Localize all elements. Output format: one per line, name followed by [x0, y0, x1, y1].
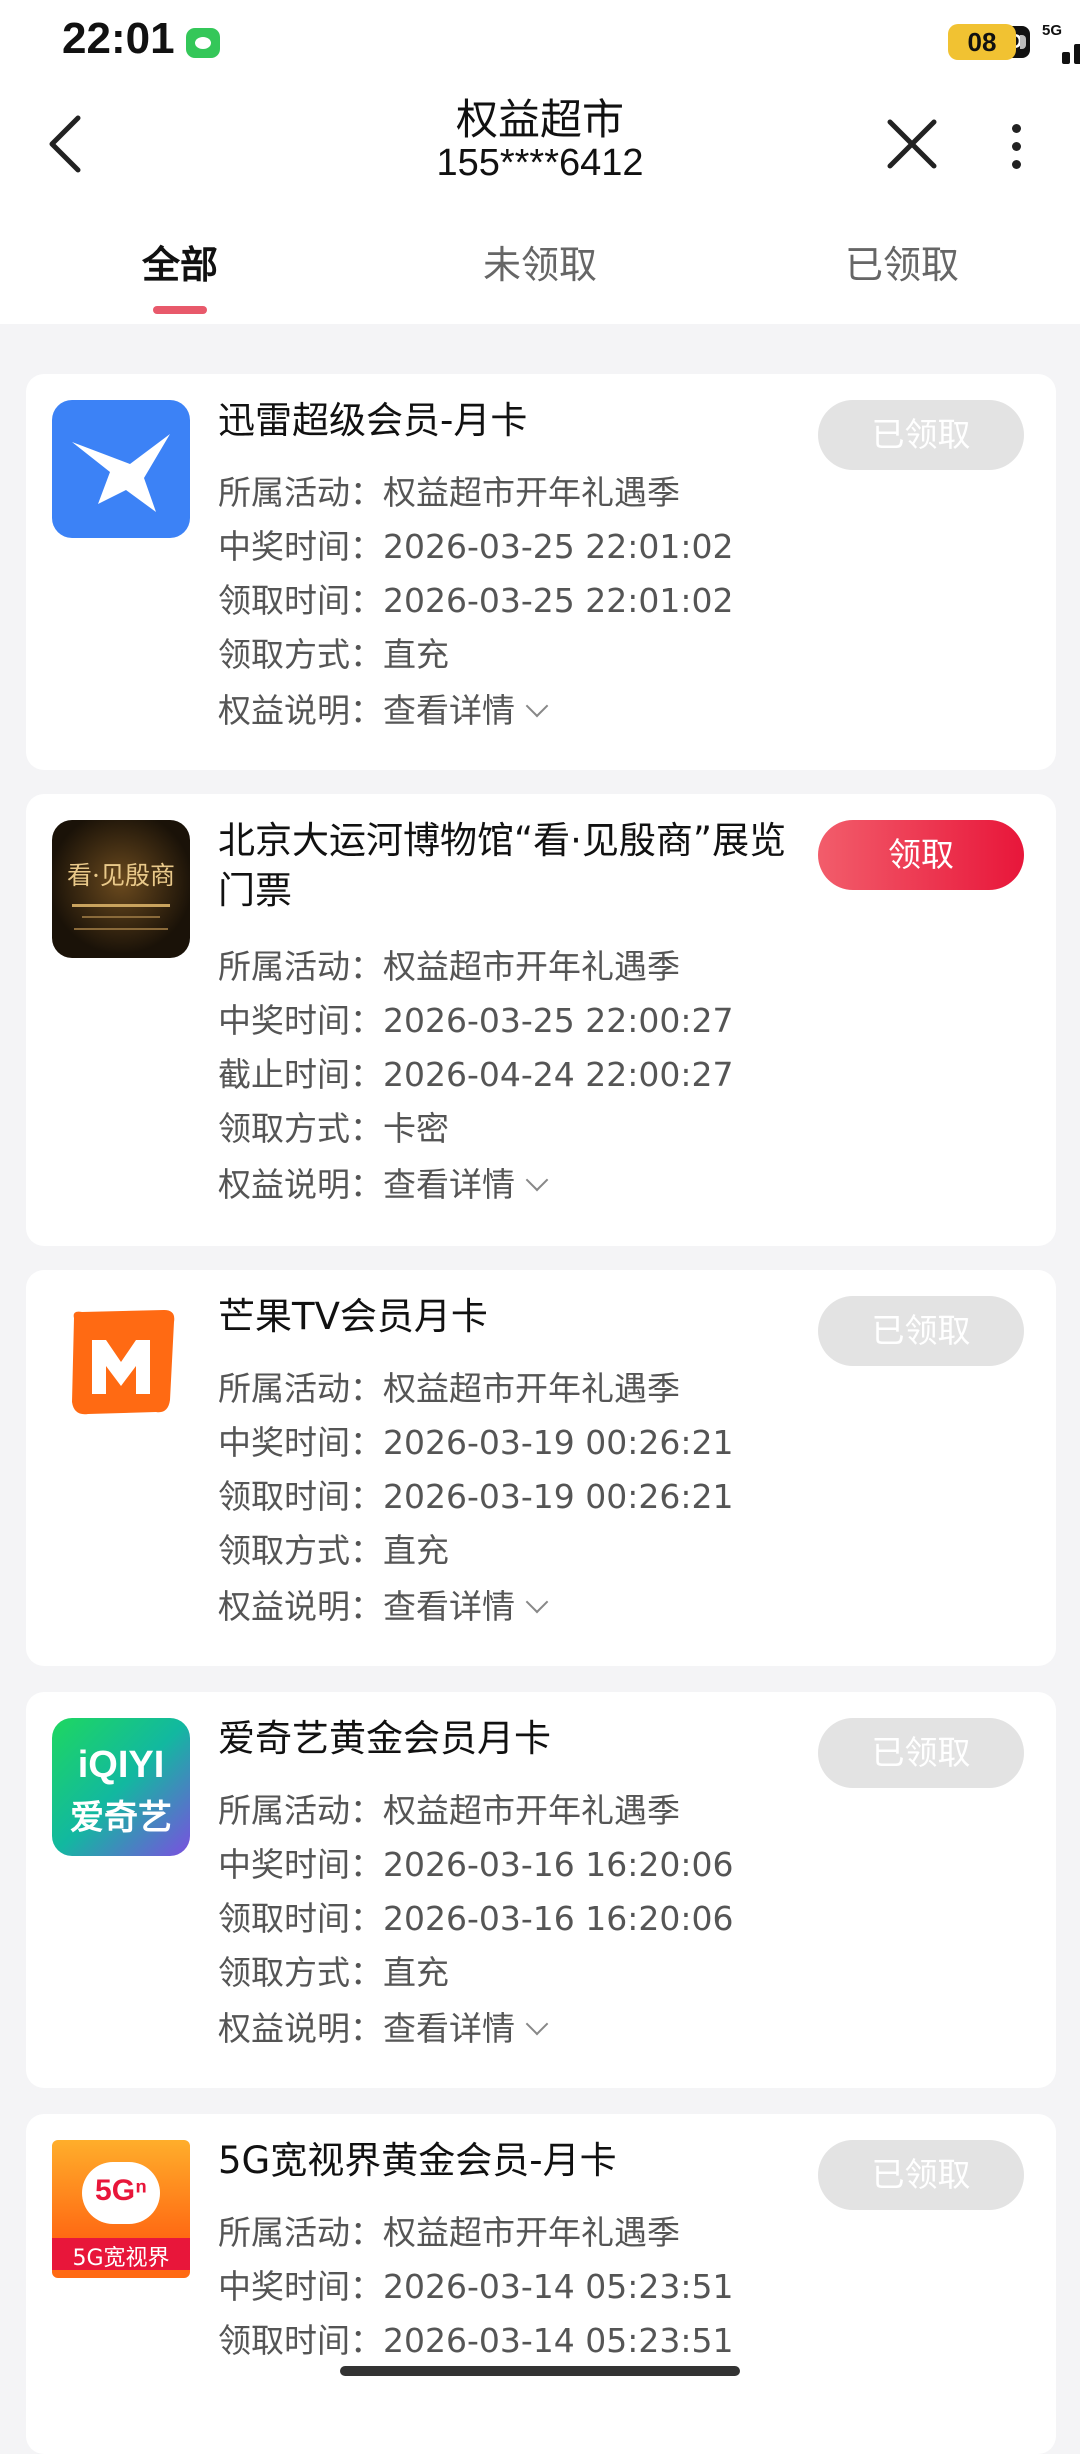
row-claim-time: 领取时间：2026-03-25 22:01:02	[218, 581, 734, 620]
active-tab-indicator	[153, 306, 207, 314]
tab-all[interactable]: 全部	[70, 234, 290, 289]
view-details-link[interactable]: 查看详情	[383, 691, 515, 730]
row-method: 领取方式：直充	[218, 1531, 449, 1570]
xunlei-logo	[52, 400, 190, 538]
iqiyi-logo: iQIYI 爱奇艺	[52, 1718, 190, 1856]
battery-icon: 08	[948, 24, 1080, 60]
message-notification-icon	[186, 28, 220, 58]
chevron-down-icon	[525, 2012, 549, 2036]
row-deadline: 截止时间：2026-04-24 22:00:27	[218, 1055, 734, 1094]
claim-button[interactable]: 领取	[818, 820, 1024, 890]
card-title: 北京大运河博物馆“看·见殷商”展览门票	[218, 819, 787, 912]
tab-bar: 全部 未领取 已领取	[0, 210, 1080, 324]
row-activity: 所属活动：权益超市开年礼遇季	[218, 2213, 680, 2252]
home-indicator[interactable]	[340, 2366, 740, 2376]
benefit-card: iQIYI 爱奇艺 爱奇艺黄金会员月卡 已领取 所属活动：权益超市开年礼遇季 中…	[26, 1692, 1056, 2088]
row-claim-time: 领取时间：2026-03-16 16:20:06	[218, 1899, 734, 1938]
row-method: 领取方式：直充	[218, 635, 449, 674]
status-time: 22:01	[62, 14, 175, 63]
card-title: 5G宽视界黄金会员-月卡	[218, 2139, 617, 2182]
row-win-time: 中奖时间：2026-03-25 22:01:02	[218, 527, 734, 566]
status-bar: 22:01 HD 5G 5G 08	[0, 0, 1080, 80]
row-description: 权益说明：查看详情	[218, 1158, 549, 1206]
mango-tv-logo	[52, 1296, 190, 1434]
row-activity: 所属活动：权益超市开年礼遇季	[218, 947, 680, 986]
claimed-button[interactable]: 已领取	[818, 400, 1024, 470]
chevron-down-icon	[525, 1168, 549, 1192]
header-bar: 权益超市 155****6412	[0, 80, 1080, 210]
row-method: 领取方式：卡密	[218, 1109, 449, 1148]
5g-vision-logo: 5Gⁿ 5G宽视界	[52, 2140, 190, 2278]
row-description: 权益说明：查看详情	[218, 1580, 549, 1628]
card-title: 芒果TV会员月卡	[218, 1295, 488, 1338]
exhibition-poster: 看·见殷商	[52, 820, 190, 958]
row-win-time: 中奖时间：2026-03-19 00:26:21	[218, 1423, 734, 1462]
view-details-link[interactable]: 查看详情	[383, 1587, 515, 1626]
claimed-button[interactable]: 已领取	[818, 2140, 1024, 2210]
status-icons: HD 5G 5G	[660, 0, 1080, 80]
benefit-card: 迅雷超级会员-月卡 已领取 所属活动：权益超市开年礼遇季 中奖时间：2026-0…	[26, 374, 1056, 770]
card-title: 爱奇艺黄金会员月卡	[218, 1717, 551, 1760]
row-win-time: 中奖时间：2026-03-14 05:23:51	[218, 2267, 734, 2306]
row-win-time: 中奖时间：2026-03-16 16:20:06	[218, 1845, 734, 1884]
close-button[interactable]	[872, 104, 952, 184]
row-win-time: 中奖时间：2026-03-25 22:00:27	[218, 1001, 734, 1040]
row-activity: 所属活动：权益超市开年礼遇季	[218, 1369, 680, 1408]
claimed-button[interactable]: 已领取	[818, 1296, 1024, 1366]
tab-claimed[interactable]: 已领取	[792, 234, 1012, 289]
benefit-card: 芒果TV会员月卡 已领取 所属活动：权益超市开年礼遇季 中奖时间：2026-03…	[26, 1270, 1056, 1666]
view-details-link[interactable]: 查看详情	[383, 1165, 515, 1204]
benefit-card: 看·见殷商 北京大运河博物馆“看·见殷商”展览门票 领取 所属活动：权益超市开年…	[26, 794, 1056, 1246]
row-claim-time: 领取时间：2026-03-14 05:23:51	[218, 2321, 734, 2360]
row-activity: 所属活动：权益超市开年礼遇季	[218, 1791, 680, 1830]
row-activity: 所属活动：权益超市开年礼遇季	[218, 473, 680, 512]
claimed-button[interactable]: 已领取	[818, 1718, 1024, 1788]
card-title: 迅雷超级会员-月卡	[218, 399, 528, 442]
more-dots-icon	[1012, 124, 1021, 133]
benefit-card: 5Gⁿ 5G宽视界 5G宽视界黄金会员-月卡 已领取 所属活动：权益超市开年礼遇…	[26, 2114, 1056, 2454]
chevron-down-icon	[525, 1590, 549, 1614]
more-button[interactable]	[992, 104, 1040, 184]
chevron-down-icon	[525, 694, 549, 718]
row-description: 权益说明：查看详情	[218, 684, 549, 732]
close-icon	[887, 119, 937, 169]
view-details-link[interactable]: 查看详情	[383, 2009, 515, 2048]
row-claim-time: 领取时间：2026-03-19 00:26:21	[218, 1477, 734, 1516]
row-method: 领取方式：直充	[218, 1953, 449, 1992]
tab-unclaimed[interactable]: 未领取	[430, 234, 650, 289]
row-description: 权益说明：查看详情	[218, 2002, 549, 2050]
